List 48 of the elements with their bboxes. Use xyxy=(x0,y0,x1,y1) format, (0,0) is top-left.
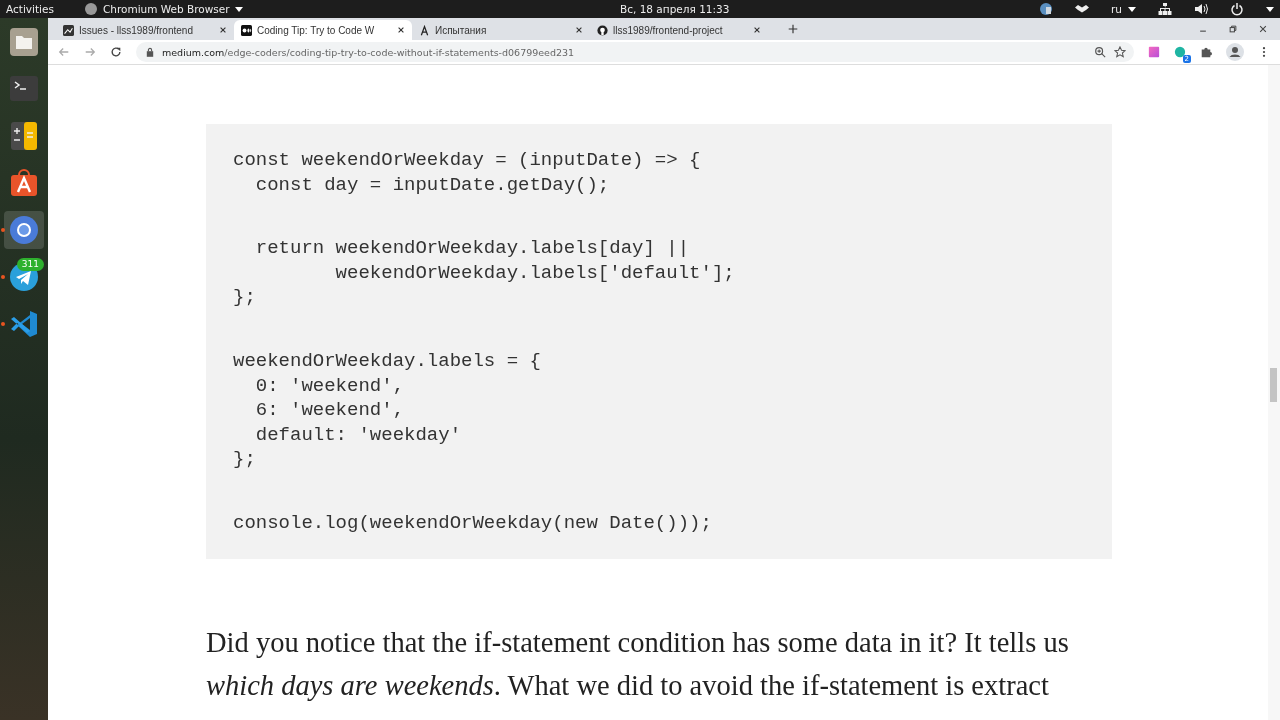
site-logo-icon xyxy=(241,24,252,36)
browser-tab[interactable]: Испытания xyxy=(412,20,590,40)
browser-icon xyxy=(9,215,39,245)
caret-icon xyxy=(234,6,243,12)
code-editor-icon xyxy=(9,309,39,339)
power-icon[interactable] xyxy=(1230,2,1244,16)
close-icon[interactable] xyxy=(753,26,761,34)
reload-icon[interactable] xyxy=(110,46,122,58)
chart-icon xyxy=(63,24,74,36)
shopping-bag-icon xyxy=(9,168,39,198)
network-icon[interactable] xyxy=(1158,2,1172,16)
address-bar[interactable]: medium.com/edge-coders/coding-tip-try-to-code-without-if-statements-d06799eed231 xyxy=(136,42,1134,62)
scrollbar-thumb[interactable] xyxy=(1270,368,1277,402)
cat-logo-icon xyxy=(597,24,608,36)
badge: 311 xyxy=(16,258,44,271)
folder-icon xyxy=(9,27,39,57)
star-icon[interactable] xyxy=(1114,46,1126,58)
terminal-icon xyxy=(9,74,39,104)
caret-icon xyxy=(1128,6,1136,12)
globe-icon xyxy=(83,2,98,16)
clock[interactable]: Вс, 18 апреля 11:33 xyxy=(620,3,730,15)
extension-icon[interactable] xyxy=(1148,46,1160,58)
volume-icon[interactable] xyxy=(1194,2,1208,16)
activities-button[interactable]: Activities xyxy=(6,3,54,15)
url-text: medium.com/edge-coders/coding-tip-try-to-code-without-if-statements-d06799eed231 xyxy=(162,46,575,58)
lock-icon xyxy=(146,47,154,57)
close-icon[interactable] xyxy=(1258,24,1268,34)
paragraph: Did you notice that the if-statement condition has some data in it? It tells us which days are weekends. What we did to avoid the if-statement is extract xyxy=(206,625,1070,703)
close-icon[interactable] xyxy=(397,26,405,34)
keyboard-layout-menu[interactable]: ru xyxy=(1111,3,1136,15)
code-block: const weekendOrWeekday = (inputDate) => { const day = inputDate.getDay(); return weekendOrWeekday.labels[day] || weekendOrWeekday.labels['default']; }; weekendOrWeekday.labels = { 0: 'weekend', 6: 'weekend', default: 'weekday' }; console.log(weekendOrWeekday(new Date())); xyxy=(206,124,1112,559)
new-tab-icon[interactable] xyxy=(788,24,798,34)
zoom-icon[interactable] xyxy=(1094,46,1106,58)
caret-icon[interactable] xyxy=(1266,6,1274,12)
app-menu[interactable]: Chromium Web Browser xyxy=(83,2,243,16)
calculator-icon xyxy=(9,121,39,151)
puzzle-icon[interactable] xyxy=(1200,46,1212,58)
browser-tab[interactable]: Coding Tip: Try to Code W xyxy=(234,20,412,40)
dock-item[interactable] xyxy=(4,211,44,249)
restore-icon[interactable] xyxy=(1228,24,1238,34)
browser-tab[interactable]: Issues - llss1989/frontend xyxy=(56,20,234,40)
browser-tab[interactable]: llss1989/frontend-project xyxy=(590,20,768,40)
profile-icon[interactable] xyxy=(1226,43,1244,61)
close-icon[interactable] xyxy=(219,26,227,34)
site-logo-icon xyxy=(419,24,430,36)
extension-icon[interactable] xyxy=(1174,46,1186,58)
app-indicator-icon[interactable] xyxy=(1039,2,1053,16)
close-icon[interactable] xyxy=(575,26,583,34)
